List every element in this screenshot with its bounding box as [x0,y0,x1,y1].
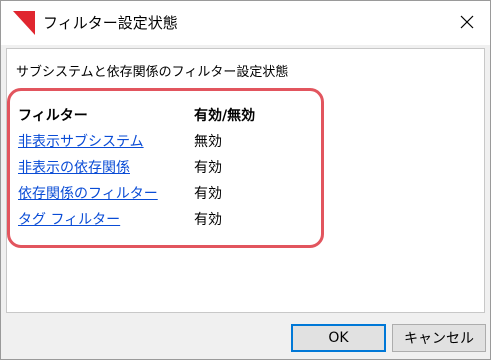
table-header-row: フィルター 有効/無効 [18,105,308,131]
filter-state: 無効 [194,134,222,150]
filter-link-dependency-filter[interactable]: 依存関係のフィルター [18,183,158,203]
filter-state: 有効 [194,212,222,228]
close-icon [460,14,474,33]
cancel-button[interactable]: キャンセル [392,324,486,352]
filter-state: 有効 [194,186,222,202]
table-row: 依存関係のフィルター 有効 [18,183,308,209]
dialog-window: フィルター設定状態 サブシステムと依存関係のフィルター設定状態 フィルター 有効… [0,0,491,360]
ok-button[interactable]: OK [291,324,386,352]
close-button[interactable] [444,1,490,45]
table-row: 非表示の依存関係 有効 [18,157,308,183]
filter-link-hidden-subsystems[interactable]: 非表示サブシステム [18,131,144,151]
content-panel: サブシステムと依存関係のフィルター設定状態 フィルター 有効/無効 非表示サブシ… [6,48,485,313]
table-row: 非表示サブシステム 無効 [18,131,308,157]
filter-state: 有効 [194,160,222,176]
table-row: タグ フィルター 有効 [18,209,308,235]
description-text: サブシステムと依存関係のフィルター設定状態 [16,65,289,80]
title-bar[interactable]: フィルター設定状態 [1,1,490,45]
filter-table: フィルター 有効/無効 非表示サブシステム 無効 非表示の依存関係 有効 依存関… [18,105,308,235]
header-state: 有効/無効 [194,108,256,124]
filter-link-hidden-dependencies[interactable]: 非表示の依存関係 [18,157,130,177]
red-triangle-icon [13,11,35,35]
filter-link-tag-filter[interactable]: タグ フィルター [18,209,120,229]
header-filter: フィルター [18,108,88,124]
window-title: フィルター設定状態 [43,14,178,32]
